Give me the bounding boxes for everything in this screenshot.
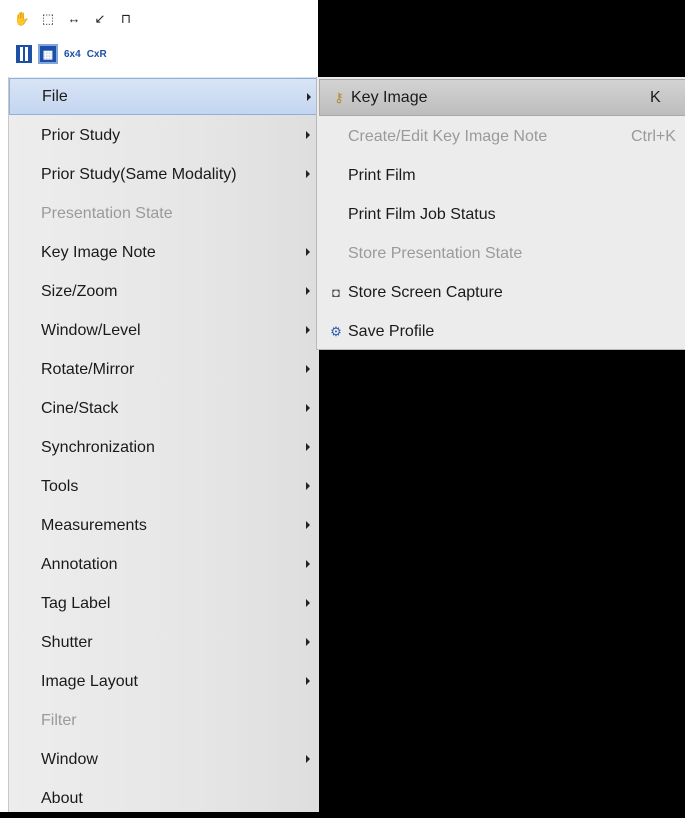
submenu-item-save-profile[interactable]: ⚙ Save Profile (317, 312, 685, 351)
measure-distance-icon[interactable]: ↔ (66, 10, 82, 26)
menu-item-label: File (42, 87, 68, 105)
submenu-arrow-icon (306, 170, 310, 178)
menu-item-label: Tag Label (41, 594, 111, 612)
menu-item-tools[interactable]: Tools (9, 467, 319, 506)
submenu-item-label: Store Screen Capture (348, 283, 503, 301)
menu-item-label: About (41, 789, 83, 807)
menu-item-cine-stack[interactable]: Cine/Stack (9, 389, 319, 428)
toolbar-row-tools: ✋ ⬚ ↔ ↙ ⊓ (14, 10, 134, 26)
submenu-item-store-screen-capture[interactable]: ◘ Store Screen Capture (317, 273, 685, 312)
shortcut-label: Ctrl+K (631, 127, 676, 145)
save-profile-icon: ⚙ (330, 323, 342, 339)
camera-icon: ◘ (332, 285, 340, 300)
menu-item-label: Size/Zoom (41, 282, 118, 300)
submenu-arrow-icon (306, 131, 310, 139)
menu-item-presentation-state: Presentation State (9, 194, 319, 233)
cursor-tool-icon[interactable]: ⊓ (118, 10, 134, 26)
submenu-item-label: Print Film Job Status (348, 205, 496, 223)
submenu-arrow-icon (306, 521, 310, 529)
menu-item-label: Window (41, 750, 98, 768)
menu-item-window-level[interactable]: Window/Level (9, 311, 319, 350)
submenu-item-label: Print Film (348, 166, 416, 184)
submenu-arrow-icon (306, 248, 310, 256)
submenu-arrow-icon (306, 404, 310, 412)
layout-6x4-button[interactable]: 6x4 (64, 49, 81, 60)
submenu-arrow-icon (306, 755, 310, 763)
submenu-arrow-icon (306, 560, 310, 568)
submenu-arrow-icon (306, 677, 310, 685)
menu-item-label: Rotate/Mirror (41, 360, 135, 378)
menu-item-label: Cine/Stack (41, 399, 119, 417)
submenu-item-print-film[interactable]: Print Film (317, 156, 685, 195)
hand-icon[interactable]: ✋ (14, 10, 30, 26)
menu-item-annotation[interactable]: Annotation (9, 545, 319, 584)
submenu-arrow-icon (306, 638, 310, 646)
submenu-arrow-icon (306, 482, 310, 490)
menu-item-label: Annotation (41, 555, 118, 573)
submenu-arrow-icon (307, 93, 311, 101)
submenu-item-label: Key Image (351, 88, 428, 106)
submenu-item-create-edit-key-image-note: Create/Edit Key Image Note Ctrl+K (317, 117, 685, 156)
key-icon: ⚷ (334, 89, 344, 105)
menu-item-prior-study-same-modality[interactable]: Prior Study(Same Modality) (9, 155, 319, 194)
menu-item-label: Window/Level (41, 321, 141, 339)
menu-item-label: Presentation State (41, 204, 173, 222)
menu-item-label: Tools (41, 477, 79, 495)
layout-1x2-icon[interactable] (16, 45, 32, 63)
toolbar: ✋ ⬚ ↔ ↙ ⊓ ▦ 6x4 CxR (4, 6, 304, 72)
menu-item-measurements[interactable]: Measurements (9, 506, 319, 545)
menu-item-label: Shutter (41, 633, 93, 651)
shortcut-label: K (650, 88, 661, 106)
submenu-item-label: Store Presentation State (348, 244, 523, 262)
submenu-item-store-presentation-state: Store Presentation State (317, 234, 685, 273)
select-region-icon[interactable]: ⬚ (40, 10, 56, 26)
menu-item-label: Synchronization (41, 438, 155, 456)
layout-grid-icon[interactable]: ▦ (38, 44, 58, 64)
menu-item-tag-label[interactable]: Tag Label (9, 584, 319, 623)
arrow-draw-icon[interactable]: ↙ (92, 10, 108, 26)
menu-item-shutter[interactable]: Shutter (9, 623, 319, 662)
menu-item-prior-study[interactable]: Prior Study (9, 116, 319, 155)
menu-item-rotate-mirror[interactable]: Rotate/Mirror (9, 350, 319, 389)
menu-item-label: Key Image Note (41, 243, 156, 261)
menu-item-file[interactable]: File (9, 78, 319, 115)
menu-item-window[interactable]: Window (9, 740, 319, 779)
menu-item-label: Measurements (41, 516, 147, 534)
file-submenu: ⚷ Key Image K Create/Edit Key Image Note Ctr… (316, 77, 685, 350)
submenu-arrow-icon (306, 365, 310, 373)
submenu-arrow-icon (306, 443, 310, 451)
toolbar-row-layout: ▦ 6x4 CxR (16, 44, 107, 64)
submenu-item-label: Save Profile (348, 322, 435, 340)
submenu-arrow-icon (306, 599, 310, 607)
menu-item-label: Prior Study (41, 126, 121, 144)
menu-item-label: Filter (41, 711, 77, 729)
context-menu: File Prior Study Prior Study(Same Modality… (8, 77, 319, 812)
menu-item-image-layout[interactable]: Image Layout (9, 662, 319, 701)
menu-item-key-image-note[interactable]: Key Image Note (9, 233, 319, 272)
menu-item-label: Image Layout (41, 672, 138, 690)
submenu-item-print-film-job-status[interactable]: Print Film Job Status (317, 195, 685, 234)
submenu-item-key-image[interactable]: ⚷ Key Image K (319, 79, 685, 116)
menu-item-label: Prior Study(Same Modality) (41, 165, 237, 183)
menu-item-about[interactable]: About (9, 779, 319, 818)
menu-item-filter: Filter (9, 701, 319, 740)
menu-item-size-zoom[interactable]: Size/Zoom (9, 272, 319, 311)
submenu-arrow-icon (306, 326, 310, 334)
submenu-item-label: Create/Edit Key Image Note (348, 127, 548, 145)
submenu-arrow-icon (306, 287, 310, 295)
menu-item-synchronization[interactable]: Synchronization (9, 428, 319, 467)
layout-cxr-button[interactable]: CxR (87, 49, 107, 60)
